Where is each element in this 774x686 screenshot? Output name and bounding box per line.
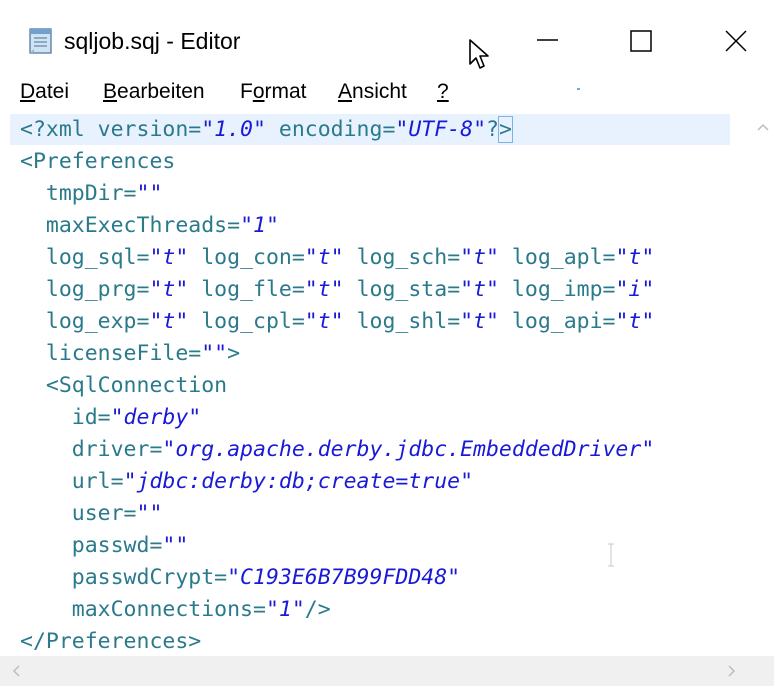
attribute-value: "t" (149, 277, 189, 302)
attribute-value: "t" (615, 309, 655, 334)
markup-text: licenseFile= (20, 341, 202, 366)
attribute-value: "UTF-8" (395, 117, 487, 142)
menu-item-bearbeiten[interactable]: Bearbeiten (103, 78, 205, 106)
editor-window: sqljob.sqj - Editor Datei Bearbeiten For… (0, 0, 774, 686)
menu-item-ansicht[interactable]: Ansicht (338, 78, 407, 106)
attribute-value: "" (162, 533, 189, 558)
close-button[interactable] (684, 14, 774, 68)
code-line[interactable]: <?xml version="1.0" encoding="UTF-8"?> (20, 114, 654, 146)
attribute-value: "t" (149, 245, 189, 270)
attribute-value: "t" (304, 245, 344, 270)
mouse-pointer-icon (468, 38, 492, 72)
markup-text: </Preferences> (20, 629, 202, 654)
attribute-value: "1" (265, 597, 305, 622)
menu-item-format[interactable]: Format (240, 78, 307, 106)
vertical-scrollbar[interactable] (750, 110, 774, 656)
code-line[interactable]: </Preferences> (20, 626, 654, 658)
attribute-value: "C193E6B7B99FDD48" (227, 565, 461, 590)
code-line[interactable]: driver="org.apache.derby.jdbc.EmbeddedDr… (20, 434, 655, 466)
markup-text: > (227, 341, 241, 366)
code-line[interactable]: licenseFile=""> (20, 338, 654, 370)
attribute-value: "" (136, 181, 163, 206)
xml-content[interactable]: <?xml version="1.0" encoding="UTF-8"?> <P… (20, 114, 654, 658)
markup-text: ? (486, 117, 499, 142)
markup-text: log_sql= (20, 245, 150, 270)
code-line[interactable]: log_sql="t" log_con="t" log_sch="t" log_… (20, 242, 654, 274)
maximize-icon (630, 30, 652, 52)
markup-text: log_api= (498, 309, 616, 334)
title-bar[interactable]: sqljob.sqj - Editor (0, 0, 774, 76)
text-cursor-icon (606, 542, 616, 568)
maximize-button[interactable] (596, 14, 686, 68)
text-editor[interactable]: <?xml version="1.0" encoding="UTF-8"?> <P… (0, 110, 774, 656)
attribute-value: "t" (615, 245, 655, 270)
attribute-value: "1.0" (201, 117, 266, 142)
attribute-value: "i" (615, 277, 655, 302)
markup-text: log_exp= (20, 309, 150, 334)
attribute-value: "t" (460, 245, 499, 270)
markup-text: maxConnections= (20, 597, 266, 622)
notepad-icon (26, 26, 56, 56)
window-title: sqljob.sqj - Editor (64, 28, 241, 54)
markup-text: id= (20, 405, 111, 430)
markup-text: passwd= (20, 533, 163, 558)
markup-text: passwdCrypt= (20, 565, 228, 590)
code-line[interactable]: maxConnections="1"/> (20, 594, 654, 626)
markup-text: <SqlConnection (20, 373, 228, 398)
attribute-value: "1" (240, 213, 279, 238)
markup-text: log_apl= (498, 245, 616, 270)
code-line[interactable]: log_exp="t" log_cpl="t" log_shl="t" log_… (20, 306, 654, 338)
markup-text: log_prg= (20, 277, 150, 302)
markup-text: encoding= (265, 117, 396, 142)
attribute-value: "t" (460, 309, 499, 334)
code-line[interactable]: maxExecThreads="1" (20, 210, 654, 242)
code-line[interactable]: passwdCrypt="C193E6B7B99FDD48" (20, 562, 654, 594)
attribute-value: "t" (149, 309, 189, 334)
markup-text: /> (304, 597, 331, 622)
attribute-value: "jdbc:derby:db;create=true" (123, 469, 474, 494)
markup-text: log_con= (188, 245, 305, 270)
markup-text: url= (20, 469, 124, 494)
code-line[interactable]: id="derby" (20, 402, 654, 434)
markup-text: log_sta= (343, 277, 461, 302)
menu-item-help[interactable]: ? (437, 78, 449, 106)
code-line[interactable]: <SqlConnection (20, 370, 654, 402)
code-line[interactable]: log_prg="t" log_fle="t" log_sta="t" log_… (20, 274, 654, 306)
markup-text: user= (20, 501, 137, 526)
menu-bar: Datei Bearbeiten Format Ansicht ? (0, 76, 774, 108)
code-line[interactable]: user="" (20, 498, 654, 530)
markup-text: driver= (20, 437, 163, 462)
code-line[interactable]: tmpDir="" (20, 178, 654, 210)
markup-text: tmpDir= (20, 181, 137, 206)
menu-item-datei[interactable]: Datei (20, 78, 69, 106)
code-line[interactable]: <Preferences (20, 146, 654, 178)
attribute-value: "" (136, 501, 163, 526)
attribute-value: "" (201, 341, 228, 366)
attribute-value: "derby" (110, 405, 202, 430)
markup-text: log_cpl= (188, 309, 305, 334)
minimize-button[interactable] (502, 14, 592, 68)
attribute-value: "org.apache.derby.jdbc.EmbeddedDriver" (162, 437, 655, 462)
markup-text: maxExecThreads= (20, 213, 241, 238)
minimize-icon (537, 39, 558, 41)
horizontal-scrollbar[interactable] (0, 656, 774, 686)
markup-text: log_imp= (498, 277, 616, 302)
code-line[interactable]: url="jdbc:derby:db;create=true" (20, 466, 654, 498)
attribute-value: "t" (304, 277, 344, 302)
chevron-left-icon[interactable] (10, 664, 22, 683)
chevron-right-icon[interactable] (726, 664, 738, 683)
markup-text: <Preferences (20, 149, 176, 174)
attribute-value: "t" (304, 309, 344, 334)
chevron-up-icon[interactable] (756, 120, 770, 138)
close-icon (725, 30, 747, 52)
attribute-value: "t" (460, 277, 499, 302)
markup-text: > (497, 116, 513, 143)
markup-text: log_sch= (343, 245, 461, 270)
markup-text: log_shl= (343, 309, 461, 334)
divider (577, 88, 580, 90)
markup-text: <?xml version= (20, 117, 202, 142)
code-line[interactable]: passwd="" (20, 530, 654, 562)
code-area[interactable]: <?xml version="1.0" encoding="UTF-8"?> <P… (10, 112, 750, 658)
markup-text: log_fle= (188, 277, 305, 302)
